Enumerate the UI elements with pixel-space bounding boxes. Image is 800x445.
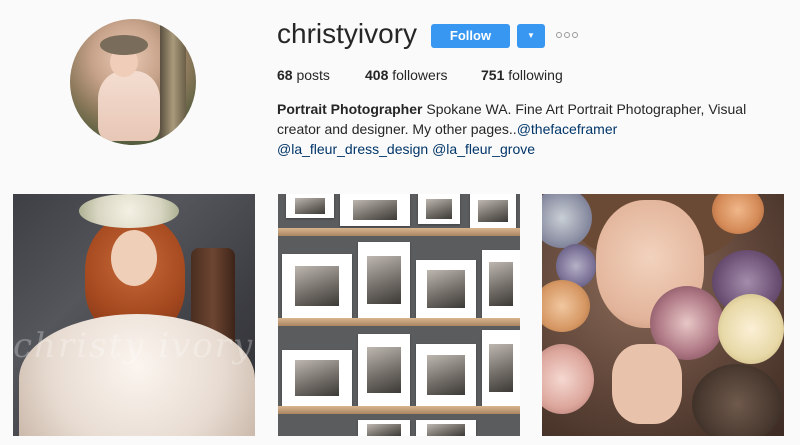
post-1-watermark: christy ivory	[13, 326, 255, 366]
post-3-flower	[718, 294, 784, 364]
avatar-flower-crown	[100, 35, 148, 55]
followers-stat[interactable]: 408 followers	[365, 67, 448, 83]
post-2-frame	[358, 420, 410, 436]
posts-stat: 68 posts	[277, 67, 330, 83]
post-thumbnail-3[interactable]	[542, 194, 784, 436]
bio-link-la-fleur-dress-design[interactable]: @la_fleur_dress_design	[277, 141, 428, 157]
ellipsis-icon	[556, 32, 562, 38]
posts-count: 68	[277, 67, 293, 83]
post-2-frame	[482, 330, 520, 406]
following-stat[interactable]: 751 following	[481, 67, 563, 83]
post-2-frame	[358, 334, 410, 406]
post-2-frame	[282, 254, 352, 318]
followers-count: 408	[365, 67, 389, 83]
ellipsis-icon	[572, 32, 578, 38]
post-2-frame	[340, 194, 410, 226]
avatar-dress	[98, 71, 160, 141]
post-2-shelf	[278, 318, 520, 326]
bio-link-thefaceframer[interactable]: @thefaceframer	[517, 121, 618, 137]
more-options-button[interactable]	[556, 26, 580, 46]
profile-username: christyivory	[277, 18, 418, 49]
post-2-frame	[416, 344, 476, 406]
post-1-face	[111, 230, 157, 286]
post-2-frame	[418, 194, 460, 224]
post-2-frame	[470, 194, 516, 228]
post-3-flower	[692, 364, 782, 436]
posts-label: posts	[296, 67, 330, 83]
post-2-shelf	[278, 406, 520, 414]
chevron-down-icon: ▼	[527, 31, 535, 40]
post-thumbnail-2[interactable]	[278, 194, 520, 436]
profile-bio: Portrait Photographer Spokane WA. Fine A…	[277, 99, 757, 159]
bio-title: Portrait Photographer	[277, 101, 423, 117]
follow-button[interactable]: Follow	[431, 24, 510, 48]
post-2-shelf	[278, 228, 520, 236]
ellipsis-icon	[564, 32, 570, 38]
post-1-flower-crown	[79, 194, 179, 228]
following-count: 751	[481, 67, 505, 83]
post-2-frame	[358, 242, 410, 318]
suggestions-dropdown-button[interactable]: ▼	[517, 24, 545, 48]
following-label: following	[508, 67, 563, 83]
post-2-frame	[482, 250, 520, 318]
post-3-hand	[612, 344, 682, 424]
post-2-frame	[282, 350, 352, 406]
post-3-flower	[542, 344, 594, 414]
bio-link-la-fleur-grove[interactable]: @la_fleur_grove	[432, 141, 535, 157]
post-2-frame	[416, 260, 476, 318]
avatar-tree	[160, 19, 186, 145]
post-2-frame	[286, 194, 334, 218]
post-3-flower	[542, 280, 590, 332]
post-thumbnail-1[interactable]: christy ivory	[13, 194, 255, 436]
post-2-frame	[416, 420, 476, 436]
profile-avatar[interactable]	[70, 19, 196, 145]
followers-label: followers	[392, 67, 448, 83]
